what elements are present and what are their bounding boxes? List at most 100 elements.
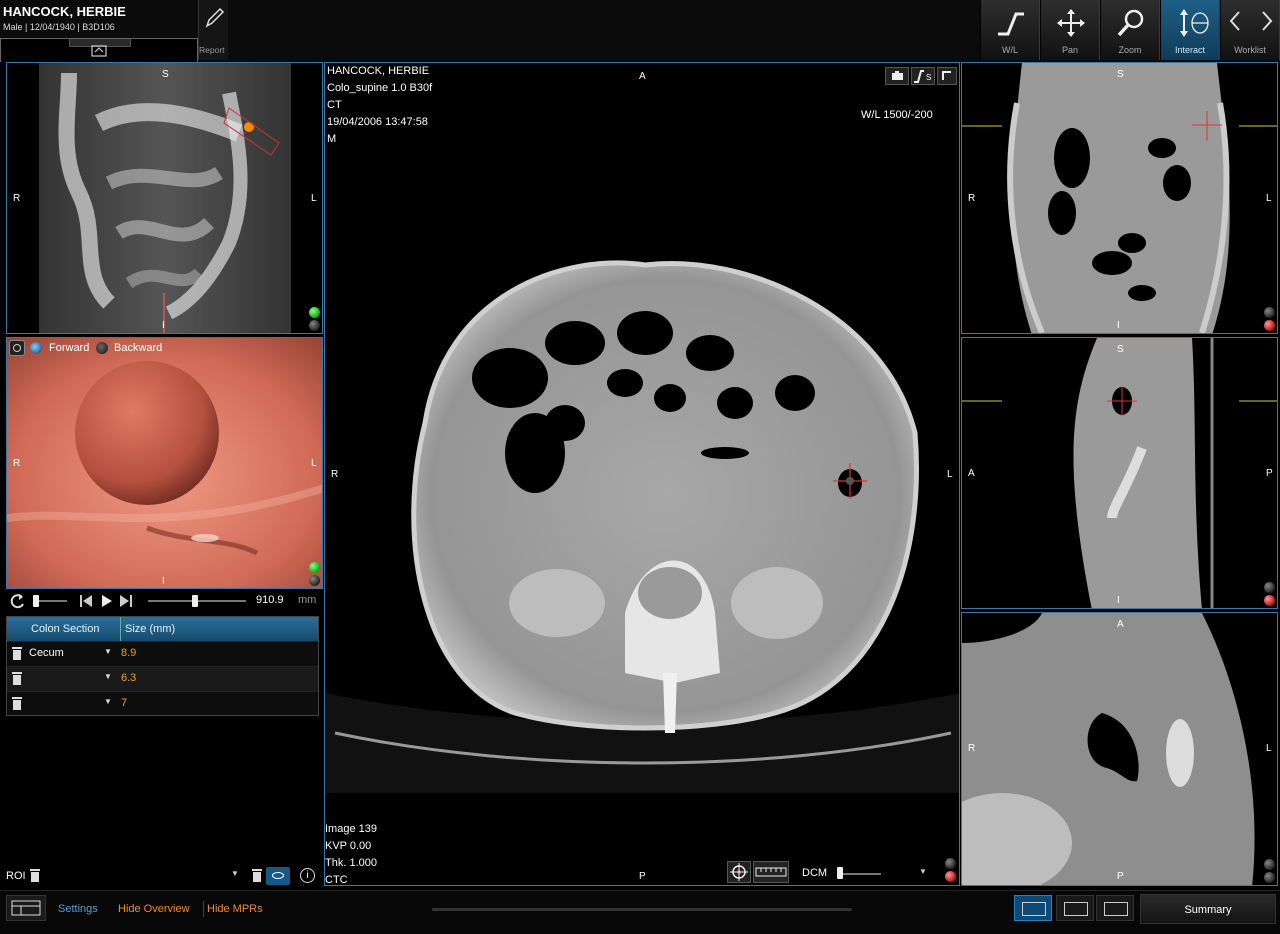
report-button[interactable]: Report	[198, 0, 228, 60]
sagittal-viewport[interactable]: S A P I	[961, 337, 1278, 609]
rotate-icon[interactable]	[8, 592, 26, 610]
ruler-button[interactable]	[753, 861, 789, 883]
coronal-viewport[interactable]: S R L I	[961, 62, 1278, 334]
interact-icon	[1180, 9, 1209, 37]
orient-left: R	[13, 193, 21, 204]
status-dot-dark[interactable]	[1264, 582, 1275, 593]
status-dot-dark[interactable]	[1264, 307, 1275, 318]
window-level-icon	[998, 12, 1024, 36]
overlay-sex: M	[327, 133, 337, 145]
tool-wl[interactable]: W/L	[980, 0, 1040, 60]
status-dot-red[interactable]	[1264, 595, 1275, 606]
patient-name: HANCOCK, HERBIE	[3, 4, 126, 19]
delete-icon[interactable]	[12, 697, 22, 710]
chevron-down-icon[interactable]: ▼	[919, 867, 927, 876]
chevron-down-icon[interactable]: ▼	[104, 647, 112, 656]
delete-icon[interactable]	[12, 647, 22, 660]
eye-icon	[13, 344, 21, 352]
maximize-button[interactable]	[937, 67, 957, 85]
chevron-down-icon[interactable]: ▼	[231, 869, 239, 878]
orient-right: L	[1266, 193, 1272, 204]
orient-left: R	[968, 193, 976, 204]
table-header: Colon Section Size (mm)	[7, 617, 318, 641]
skip-forward-icon	[120, 595, 132, 607]
orient-right: L	[947, 469, 953, 480]
snapshot-button[interactable]	[885, 67, 909, 85]
status-dot-dark[interactable]	[309, 575, 320, 586]
report-label: Report	[199, 45, 225, 55]
overlay-series: Colo_supine 1.0 B30f	[327, 82, 433, 94]
camera-icon	[892, 71, 903, 80]
tool-interact[interactable]: Interact	[1160, 0, 1220, 60]
orient-bottom: I	[162, 320, 165, 331]
orient-right: L	[311, 193, 317, 204]
zoom-icon	[1117, 9, 1144, 37]
orient-top: S	[1117, 344, 1124, 355]
forward-radio[interactable]	[30, 342, 42, 354]
dcm-slider[interactable]	[837, 873, 881, 875]
roi-label: ROI	[6, 870, 26, 882]
layout-toggle-button[interactable]	[6, 895, 46, 921]
speed-slider-knob[interactable]	[33, 595, 39, 607]
worklist-nav[interactable]: Worklist	[1220, 0, 1280, 60]
dcm-label: DCM	[802, 867, 828, 879]
save-preset-button[interactable]: S	[911, 67, 935, 85]
settings-link[interactable]: Settings	[58, 903, 98, 915]
zoom-viewport[interactable]: A R L P	[961, 612, 1278, 886]
tool-label: Pan	[1061, 45, 1078, 55]
orient-right: L	[311, 458, 317, 469]
size-value: 7	[121, 697, 128, 709]
pan-icon	[1057, 9, 1085, 37]
axial-viewport[interactable]: HANCOCK, HERBIE Colo_supine 1.0 B30f CT …	[324, 62, 960, 886]
status-dot-dark[interactable]	[1264, 872, 1275, 883]
status-dot-green[interactable]	[309, 307, 320, 318]
status-dot-dark[interactable]	[1264, 859, 1275, 870]
overview-viewport[interactable]: S R L I	[6, 62, 323, 334]
table-row[interactable]: Cecum ▼ 8.9	[7, 641, 318, 666]
position-slider-knob[interactable]	[192, 595, 198, 607]
column-colon-section[interactable]: Colon Section	[31, 623, 100, 635]
backward-radio[interactable]	[96, 342, 108, 354]
dcm-slider-knob[interactable]	[837, 867, 843, 879]
visibility-toggle[interactable]	[266, 867, 290, 885]
overlay-image-number: Image 139	[325, 823, 377, 835]
tool-pan[interactable]: Pan	[1040, 0, 1100, 60]
crosshair-button[interactable]	[727, 861, 751, 883]
table-row[interactable]: ▼ 7	[7, 691, 318, 716]
crosshair-icon	[730, 863, 748, 881]
layout-button-2[interactable]	[1056, 895, 1094, 921]
orient-right: P	[1266, 468, 1273, 479]
ruler-icon	[755, 867, 787, 877]
skip-back-icon	[80, 595, 92, 607]
info-icon[interactable]: i	[300, 868, 315, 883]
layout-button-1[interactable]	[1014, 895, 1052, 921]
polyp-table: Colon Section Size (mm) Cecum ▼ 8.9 ▼ 6.…	[6, 616, 319, 716]
orient-bottom: I	[162, 576, 165, 587]
column-size[interactable]: Size (mm)	[125, 623, 175, 635]
orient-bottom: P	[639, 871, 646, 882]
forward-label: Forward	[49, 342, 90, 354]
layout-button-3[interactable]	[1096, 895, 1134, 921]
overlay-patient: HANCOCK, HERBIE	[327, 65, 430, 77]
patient-tab[interactable]	[0, 38, 198, 62]
status-dot-green[interactable]	[309, 562, 320, 573]
chevron-down-icon[interactable]: ▼	[104, 672, 112, 681]
chevron-left-right-icon	[1229, 11, 1273, 31]
status-dot-dark[interactable]	[945, 858, 956, 869]
status-dot-red[interactable]	[1264, 320, 1275, 331]
delete-icon[interactable]	[252, 869, 262, 882]
chevron-down-icon[interactable]: ▼	[104, 697, 112, 706]
tool-zoom[interactable]: Zoom	[1100, 0, 1160, 60]
delete-icon[interactable]	[12, 672, 22, 685]
status-dot-dark[interactable]	[309, 320, 320, 331]
summary-button[interactable]: Summary	[1140, 894, 1276, 924]
camera-toggle[interactable]	[9, 340, 25, 356]
play-icon	[102, 595, 112, 607]
table-row[interactable]: ▼ 6.3	[7, 666, 318, 691]
roi-delete-icon[interactable]	[30, 869, 40, 882]
hide-mprs-link[interactable]: Hide MPRs	[207, 903, 263, 915]
colon-section-value[interactable]: Cecum	[29, 647, 64, 659]
endoscopic-viewport[interactable]: Forward Backward R L I	[6, 337, 323, 589]
hide-overview-link[interactable]: Hide Overview	[118, 903, 190, 915]
status-dot-red[interactable]	[945, 871, 956, 882]
